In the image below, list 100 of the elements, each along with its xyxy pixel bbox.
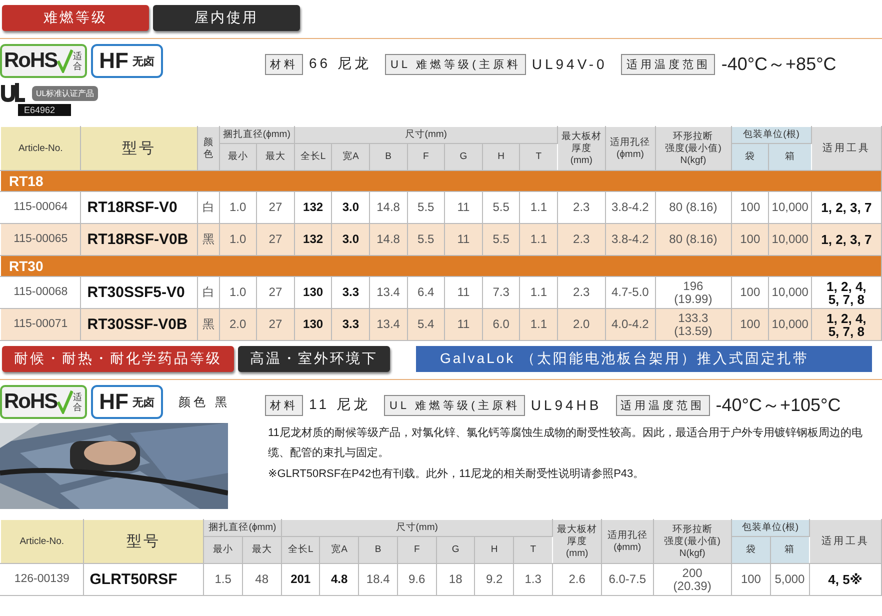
table-cell: 6.4: [407, 276, 445, 308]
column-header: 厚度: [566, 536, 588, 548]
table-cell: 1.1: [520, 192, 558, 224]
table-cell: 115-00068: [0, 276, 81, 308]
table-cell: RT30SSF5-V0: [80, 276, 198, 308]
table-cell: 白: [198, 276, 220, 308]
spec-value: 11 尼龙: [309, 396, 370, 414]
category-tag: 难燃等级: [2, 5, 149, 31]
table-cell: 5.5: [407, 192, 445, 224]
table-cell: 10,000: [768, 192, 812, 224]
check-icon: [57, 390, 74, 414]
column-header: H: [496, 151, 506, 163]
column-header: G: [458, 151, 468, 163]
column-header: T: [534, 151, 543, 163]
group-header: RT30: [0, 256, 882, 276]
table-cell: 11: [444, 192, 482, 224]
column-header: 宽A: [341, 151, 360, 163]
table-cell: 126-00139: [0, 564, 84, 596]
table-cell: 2.0: [219, 308, 257, 340]
table-cell: 1, 2, 4, 5, 7, 8: [811, 276, 882, 308]
table-cell: 5,000: [770, 564, 810, 596]
column-header: Article-No.: [18, 536, 66, 548]
table-cell: 11: [444, 308, 482, 340]
column-header: 箱: [784, 544, 796, 556]
table-cell: RT30SSF-V0B: [80, 308, 198, 340]
table-cell: 1.1: [520, 308, 558, 340]
table-cell: 1.0: [219, 224, 257, 256]
description-text: 11尼龙材质的耐候等级产品，对氯化锌、氯化钙等腐蚀生成物的耐受性较高。因此，最适合用于户外专用镀锌钢板周边的电缆、配管的束扎与固定。: [268, 426, 864, 461]
description-text: ※GLRT50RSF在P42也有刊载。此外，11尼龙的相关耐受性说明请参照P43。: [268, 466, 646, 482]
table-cell: 1, 2, 3, 7: [811, 224, 882, 256]
hf-text: HF: [99, 48, 128, 74]
column-header: 环形拉断: [671, 524, 714, 536]
table-cell: RT18RSF-V0B: [80, 224, 198, 256]
column-header: (ϕmm): [615, 148, 645, 160]
spec-label: 材料: [265, 394, 303, 416]
table-cell: 115-00065: [0, 224, 81, 256]
table-cell: 1.0: [219, 276, 257, 308]
table-cell: 130: [294, 308, 332, 340]
column-header: 全长L: [299, 151, 327, 163]
column-header: N(kgf): [678, 548, 706, 560]
spec-value: 66 尼龙: [309, 55, 372, 73]
column-header: 颜: [202, 136, 214, 148]
table-cell: 2.3: [558, 192, 606, 224]
column-header: B: [374, 544, 382, 556]
table-cell: 1.3: [514, 564, 552, 596]
table-cell: 1.1: [520, 276, 558, 308]
column-header: (mm): [565, 548, 590, 560]
column-header: F: [422, 151, 430, 163]
table-cell: 1.0: [219, 192, 257, 224]
column-header: B: [384, 151, 392, 163]
column-header: 最小: [212, 544, 234, 556]
table-cell: 7.3: [482, 276, 520, 308]
table-cell: 2.6: [552, 564, 602, 596]
table-cell: 3.8-4.2: [605, 192, 656, 224]
column-header: 最小: [226, 151, 249, 163]
table-cell: 100: [731, 276, 769, 308]
table-cell: 115-00064: [0, 192, 81, 224]
column-header: 全长L: [286, 544, 314, 556]
table-cell: 201: [281, 564, 320, 596]
category-tag: 耐候・耐热・耐化学药品等级: [2, 346, 234, 372]
table-cell: 5.5: [482, 224, 520, 256]
table-cell: 1, 2, 3, 7: [811, 192, 882, 224]
table-cell: 黑: [198, 308, 220, 340]
table-cell: 133.3 (13.59): [655, 308, 732, 340]
table-cell: 80 (8.16): [655, 224, 732, 256]
table-cell: 100: [731, 224, 769, 256]
column-header: 色: [202, 148, 214, 160]
spec-label: 适用温度范围: [621, 54, 716, 74]
table-cell: 2.3: [558, 276, 606, 308]
column-header: H: [490, 544, 499, 556]
column-header: 尺寸(mm): [404, 129, 448, 141]
column-header: 包装单位(根): [742, 129, 800, 141]
table-cell: 13.4: [369, 308, 408, 340]
spec-value: -40°C～+105°C: [716, 394, 841, 417]
spec-label: UL 难燃等级(主原料: [384, 394, 525, 416]
table-cell: 196 (19.99): [655, 276, 732, 308]
table-cell: 115-00071: [0, 308, 81, 340]
column-header: 适用工具: [821, 142, 872, 154]
spec-value: -40°C～+85°C: [721, 53, 836, 76]
column-header: 最大板材: [560, 130, 602, 142]
column-header: 袋: [744, 151, 756, 163]
column-header: 适用孔径: [609, 136, 652, 148]
table-cell: 18.4: [358, 564, 398, 596]
table-cell: 3.3: [332, 276, 370, 308]
column-header: 型号: [121, 142, 158, 154]
hf-label: 无卤: [132, 54, 154, 68]
table-cell: 100: [732, 564, 770, 596]
column-header: 箱: [784, 151, 796, 163]
table-cell: 6.0-7.5: [602, 564, 654, 596]
table-cell: 白: [198, 192, 220, 224]
group-header: RT18: [0, 170, 882, 192]
column-header: 袋: [744, 544, 757, 556]
table-cell: 2.3: [558, 224, 606, 256]
spec-value: UL94V-0: [532, 56, 608, 72]
column-header: 捆扎直径(ϕmm): [208, 522, 278, 534]
table-cell: 27: [256, 276, 294, 308]
table-cell: 10,000: [768, 276, 812, 308]
category-tag: 高温・室外环境下: [238, 346, 390, 372]
table-cell: 3.0: [332, 192, 370, 224]
column-header: Article-No.: [17, 142, 64, 154]
